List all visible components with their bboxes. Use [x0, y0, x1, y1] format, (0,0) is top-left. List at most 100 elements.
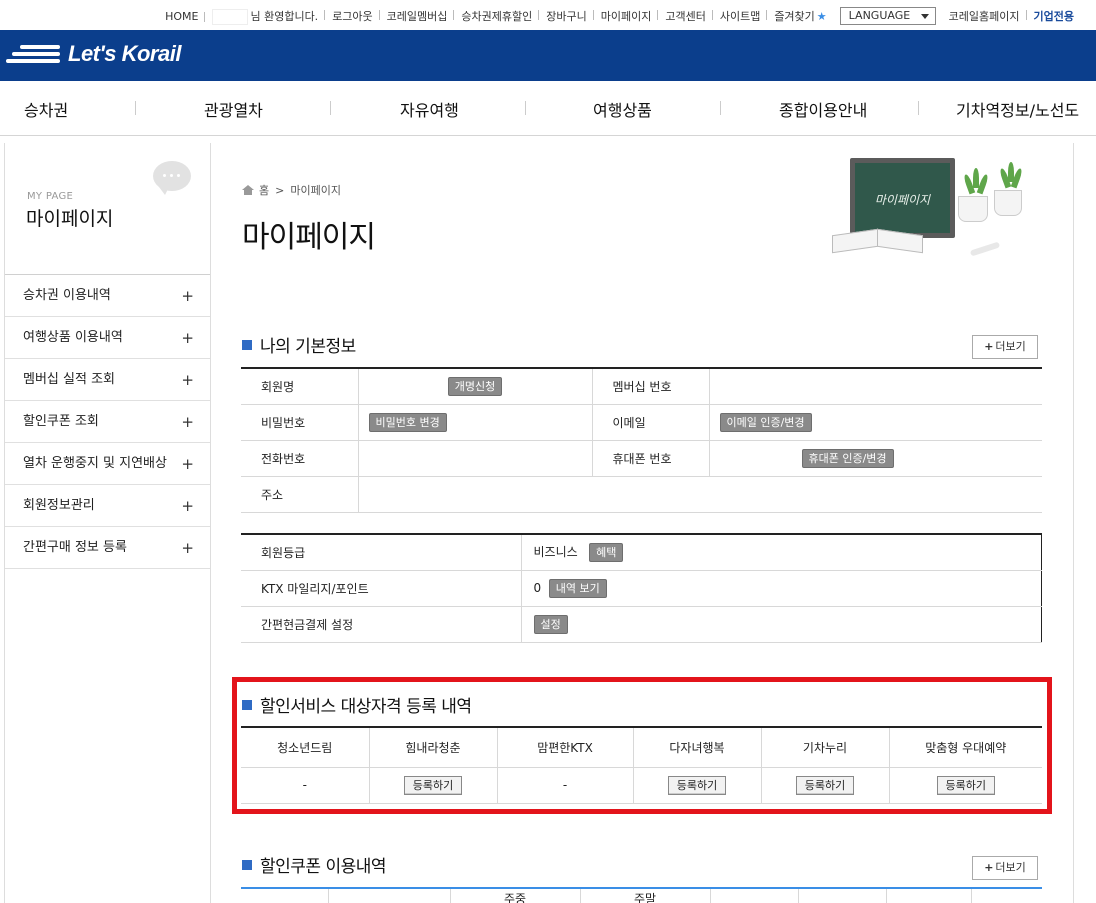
name-change-button[interactable]: 개명신청 [447, 376, 503, 396]
welcome-text: 님 환영합니다. [205, 8, 325, 25]
logout-link[interactable]: 로그아웃 [325, 8, 381, 24]
sidebar-item-coupons[interactable]: 할인쿠폰 조회 + [5, 401, 210, 443]
chalkboard-text: 마이페이지 [874, 193, 931, 207]
coupon-col-weekday: 주중 [450, 888, 581, 903]
nav-travel-products[interactable]: 여행상품 [593, 97, 652, 121]
table-row: 간편현금결제 설정 설정 [241, 606, 1042, 643]
nav-guide[interactable]: 종합이용안내 [779, 97, 867, 121]
table-row: 회원등급 비즈니스 혜택 [241, 534, 1042, 571]
speech-bubble-icon [153, 161, 191, 195]
more-label: 더보기 [995, 861, 1026, 874]
password-change-button[interactable]: 비밀번호 변경 [368, 412, 447, 432]
mileage-history-button[interactable]: 내역 보기 [548, 578, 607, 598]
table-row: 주소 [241, 476, 1042, 513]
favorites-label: 즐겨찾기 [774, 10, 815, 23]
cash-payment-settings-button[interactable]: 설정 [533, 614, 568, 634]
korail-home-link[interactable]: 코레일홈페이지 [942, 8, 1027, 24]
register-custom-priority-button[interactable]: 등록하기 [936, 775, 995, 795]
coupon-col-7 [886, 888, 972, 903]
plus-icon: + [984, 861, 994, 874]
customer-center-link[interactable]: 고객센터 [658, 8, 714, 24]
col-custom-priority: 맞춤형 우대예약 [889, 727, 1042, 768]
plus-icon: + [181, 539, 194, 557]
sidebar-item-member-info[interactable]: 회원정보관리 + [5, 485, 210, 527]
coupon-col-weekend: 주말 [580, 888, 711, 903]
plus-icon: + [181, 371, 194, 389]
mobile-label: 휴대폰 번호 [592, 440, 710, 477]
star-icon: ★ [816, 10, 827, 23]
logo-text: Let's Korail [68, 41, 181, 66]
register-multi-child-button[interactable]: 등록하기 [667, 775, 727, 795]
coupon-col-2 [328, 888, 451, 903]
grade-value: 비즈니스 [533, 544, 578, 559]
chalkboard: 마이페이지 [850, 158, 955, 238]
partner-discount-link[interactable]: 승차권제휴할인 [454, 8, 540, 24]
chevron-down-icon [920, 14, 929, 19]
sidebar-item-label: 여행상품 이용내역 [23, 330, 123, 345]
mypage-link[interactable]: 마이페이지 [594, 8, 659, 24]
sidebar-item-label: 멤버십 실적 조회 [23, 372, 115, 387]
nav-free-travel[interactable]: 자유여행 [400, 97, 459, 121]
coupon-more-button[interactable]: + 더보기 [972, 856, 1038, 880]
user-name-box [212, 8, 249, 25]
coupon-table: 주중 주말 [241, 887, 1042, 903]
corporate-link[interactable]: 기업전용 [1027, 8, 1074, 24]
mileage-value: 0 [533, 580, 542, 595]
col-youth-dream: 청소년드림 [241, 727, 370, 768]
plus-icon: + [984, 340, 994, 353]
register-train-nuri-button[interactable]: 등록하기 [795, 775, 855, 795]
discount-heading: 할인서비스 대상자격 등록 내역 [242, 692, 472, 717]
breadcrumb-home[interactable]: 홈 [259, 182, 269, 198]
membership-number-label: 멤버십 번호 [592, 368, 710, 405]
welcome-label: 님 환영합니다. [250, 9, 319, 23]
chalk-icon [969, 241, 1001, 257]
basic-info-title: 나의 기본정보 [260, 337, 356, 357]
cash-payment-label: 간편현금결제 설정 [241, 606, 522, 643]
mom-ktx-value: - [497, 767, 634, 804]
mypage-illustration: 마이페이지 [830, 150, 1040, 268]
membership-grade-table: 회원등급 비즈니스 혜택 KTX 마일리지/포인트 0 내역 보기 간편현금결제… [241, 533, 1042, 643]
sitemap-link[interactable]: 사이트맵 [713, 8, 768, 24]
nav-ticket[interactable]: 승차권 [24, 97, 68, 121]
benefits-button[interactable]: 혜택 [589, 542, 624, 562]
nav-station-info[interactable]: 기차역정보/노선도 [956, 97, 1079, 121]
language-select[interactable]: LANGUAGE [839, 7, 936, 25]
korail-logo[interactable]: Let's Korail [6, 41, 181, 67]
sidebar-item-label: 열차 운행중지 및 지연배상 [23, 456, 167, 471]
nav-tour-train[interactable]: 관광열차 [204, 97, 263, 121]
more-label: 더보기 [995, 340, 1026, 353]
email-verify-button[interactable]: 이메일 인증/변경 [719, 412, 812, 432]
page-title: 마이페이지 [242, 220, 376, 255]
square-bullet-icon [242, 699, 252, 710]
basic-info-more-button[interactable]: + 더보기 [972, 335, 1038, 359]
table-row: KTX 마일리지/포인트 0 내역 보기 [241, 570, 1042, 607]
sidebar: MY PAGE 마이페이지 승차권 이용내역 + 여행상품 이용내역 + 멤버십 실… [4, 143, 211, 903]
sidebar-header: MY PAGE 마이페이지 [5, 143, 210, 275]
col-youth-cheer: 힘내라청춘 [369, 727, 498, 768]
membership-link[interactable]: 코레일멤버십 [380, 8, 455, 24]
table-row: 전화번호 휴대폰 번호 휴대폰 인증/변경 [241, 440, 1042, 477]
password-label: 비밀번호 [241, 404, 359, 441]
plant-pot-icon [994, 190, 1022, 216]
sidebar-item-travel-history[interactable]: 여행상품 이용내역 + [5, 317, 210, 359]
home-icon[interactable] [242, 185, 254, 195]
plus-icon: + [181, 287, 194, 305]
sidebar-item-delay-compensation[interactable]: 열차 운행중지 및 지연배상 + [5, 443, 210, 485]
favorites-link[interactable]: 즐겨찾기 ★ [767, 8, 833, 24]
sidebar-item-membership[interactable]: 멤버십 실적 조회 + [5, 359, 210, 401]
plus-icon: + [181, 329, 194, 347]
sidebar-item-ticket-history[interactable]: 승차권 이용내역 + [5, 275, 210, 317]
mobile-verify-button[interactable]: 휴대폰 인증/변경 [801, 448, 894, 468]
plus-icon: + [181, 413, 194, 431]
home-link[interactable]: HOME [158, 10, 206, 23]
register-youth-cheer-button[interactable]: 등록하기 [403, 775, 463, 795]
sidebar-item-label: 간편구매 정보 등록 [23, 540, 127, 555]
sidebar-item-quick-purchase[interactable]: 간편구매 정보 등록 + [5, 527, 210, 569]
coupon-title: 할인쿠폰 이용내역 [260, 857, 387, 877]
cart-link[interactable]: 장바구니 [539, 8, 595, 24]
phone-label: 전화번호 [241, 440, 359, 477]
address-label: 주소 [241, 476, 359, 513]
table-row: 비밀번호 비밀번호 변경 이메일 이메일 인증/변경 [241, 404, 1042, 441]
basic-info-heading: 나의 기본정보 [242, 332, 356, 357]
sidebar-item-label: 할인쿠폰 조회 [23, 414, 99, 429]
